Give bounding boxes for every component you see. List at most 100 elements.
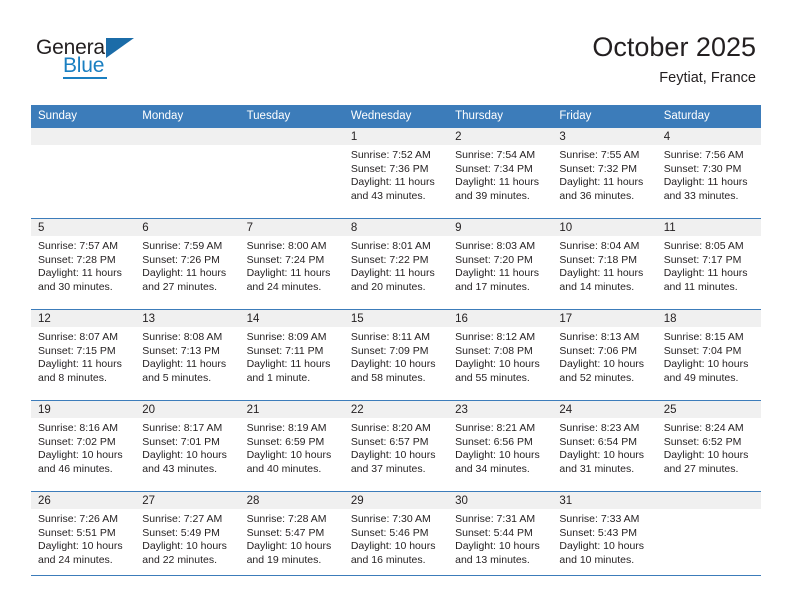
- calendar-day-cell[interactable]: 17 Sunrise: 8:13 AM Sunset: 7:06 PM Dayligh…: [552, 309, 657, 401]
- day-details: Sunrise: 8:01 AM Sunset: 7:22 PM Daylight:…: [344, 236, 448, 294]
- daylight-text-line2: and 22 minutes.: [142, 553, 217, 566]
- calendar-day-cell[interactable]: 31 Sunrise: 7:33 AM Sunset: 5:43 PM Dayligh…: [552, 491, 657, 582]
- sunrise-text: Sunrise: 7:26 AM: [38, 513, 118, 525]
- calendar-day-cell[interactable]: 4 Sunrise: 7:56 AM Sunset: 7:30 PM Daylight…: [656, 127, 761, 219]
- daylight-text-line1: Daylight: 10 hours: [455, 358, 540, 371]
- sunset-text: Sunset: 7:06 PM: [559, 344, 638, 357]
- day-cell-content: [31, 128, 136, 218]
- calendar-day-cell[interactable]: 22 Sunrise: 8:20 AM Sunset: 6:57 PM Dayligh…: [343, 400, 449, 492]
- calendar-day-cell[interactable]: 30 Sunrise: 7:31 AM Sunset: 5:44 PM Dayligh…: [448, 491, 553, 582]
- sunrise-text: Sunrise: 8:04 AM: [559, 240, 640, 252]
- sunset-text: Sunset: 7:17 PM: [663, 253, 742, 266]
- calendar-day-cell[interactable]: 12 Sunrise: 8:07 AM Sunset: 7:15 PM Dayligh…: [31, 309, 136, 401]
- sunrise-text: Sunrise: 8:15 AM: [663, 331, 744, 343]
- day-details: Sunrise: 8:09 AM Sunset: 7:11 PM Daylight:…: [240, 327, 344, 385]
- calendar-day-cell[interactable]: 5 Sunrise: 7:57 AM Sunset: 7:28 PM Daylight…: [31, 218, 136, 310]
- calendar-day-cell[interactable]: 16 Sunrise: 8:12 AM Sunset: 7:08 PM Dayligh…: [448, 309, 553, 401]
- day-details: Sunrise: 8:00 AM Sunset: 7:24 PM Daylight:…: [240, 236, 344, 294]
- day-details: Sunrise: 7:57 AM Sunset: 7:28 PM Daylight:…: [31, 236, 135, 294]
- calendar-day-cell[interactable]: 1 Sunrise: 7:52 AM Sunset: 7:36 PM Daylight…: [343, 127, 449, 219]
- calendar-week-row: 1 Sunrise: 7:52 AM Sunset: 7:36 PM Daylight…: [31, 127, 761, 219]
- calendar-day-cell[interactable]: 29 Sunrise: 7:30 AM Sunset: 5:46 PM Dayligh…: [343, 491, 449, 582]
- daylight-text-line2: and 27 minutes.: [142, 280, 217, 293]
- calendar-day-cell[interactable]: 19 Sunrise: 8:16 AM Sunset: 7:02 PM Dayligh…: [31, 400, 136, 492]
- calendar-day-cell[interactable]: 24 Sunrise: 8:23 AM Sunset: 6:54 PM Dayligh…: [552, 400, 657, 492]
- daylight-text-line1: Daylight: 10 hours: [663, 449, 749, 462]
- day-details: Sunrise: 7:55 AM Sunset: 7:32 PM Daylight:…: [552, 145, 656, 203]
- calendar-day-cell[interactable]: 8 Sunrise: 8:01 AM Sunset: 7:22 PM Daylight…: [343, 218, 449, 310]
- calendar-day-cell[interactable]: 25 Sunrise: 8:24 AM Sunset: 6:52 PM Dayligh…: [656, 400, 761, 492]
- sunset-text: Sunset: 7:34 PM: [455, 162, 533, 175]
- calendar-day-cell[interactable]: 15 Sunrise: 8:11 AM Sunset: 7:09 PM Dayligh…: [343, 309, 449, 401]
- sunrise-text: Sunrise: 7:55 AM: [559, 149, 640, 161]
- calendar-day-cell[interactable]: 23 Sunrise: 8:21 AM Sunset: 6:56 PM Dayligh…: [448, 400, 553, 492]
- daylight-text-line1: Daylight: 11 hours: [246, 267, 331, 280]
- day-details: Sunrise: 8:19 AM Sunset: 6:59 PM Daylight:…: [240, 418, 344, 476]
- day-number: 25: [656, 401, 761, 418]
- calendar-day-cell[interactable]: 26 Sunrise: 7:26 AM Sunset: 5:51 PM Dayligh…: [31, 491, 136, 582]
- calendar-day-cell[interactable]: 20 Sunrise: 8:17 AM Sunset: 7:01 PM Dayligh…: [135, 400, 240, 492]
- calendar-day-cell[interactable]: 2 Sunrise: 7:54 AM Sunset: 7:34 PM Daylight…: [448, 127, 553, 219]
- daylight-text-line2: and 39 minutes.: [455, 189, 530, 202]
- daylight-text-line2: and 1 minute.: [246, 371, 311, 384]
- day-number: [239, 128, 344, 145]
- day-number: 7: [239, 219, 344, 236]
- daylight-text-line1: Daylight: 10 hours: [455, 449, 540, 462]
- day-cell-content: 30 Sunrise: 7:31 AM Sunset: 5:44 PM Dayligh…: [448, 492, 553, 582]
- day-cell-content: 4 Sunrise: 7:56 AM Sunset: 7:30 PM Daylight…: [656, 128, 761, 218]
- calendar-day-cell[interactable]: 3 Sunrise: 7:55 AM Sunset: 7:32 PM Daylight…: [552, 127, 657, 219]
- calendar-day-cell[interactable]: 9 Sunrise: 8:03 AM Sunset: 7:20 PM Daylight…: [448, 218, 553, 310]
- daylight-text-line1: Daylight: 11 hours: [38, 358, 122, 371]
- sunrise-text: Sunrise: 7:33 AM: [559, 513, 640, 525]
- calendar-day-cell[interactable]: 10 Sunrise: 8:04 AM Sunset: 7:18 PM Dayligh…: [552, 218, 657, 310]
- day-details: Sunrise: 8:11 AM Sunset: 7:09 PM Daylight:…: [344, 327, 448, 385]
- daylight-text-line1: Daylight: 11 hours: [663, 176, 748, 189]
- day-details: Sunrise: 8:05 AM Sunset: 7:17 PM Daylight:…: [657, 236, 761, 294]
- daylight-text-line2: and 14 minutes.: [559, 280, 635, 293]
- day-cell-content: 28 Sunrise: 7:28 AM Sunset: 5:47 PM Dayligh…: [239, 492, 344, 582]
- day-details: Sunrise: 8:13 AM Sunset: 7:06 PM Daylight:…: [552, 327, 656, 385]
- day-cell-content: 19 Sunrise: 8:16 AM Sunset: 7:02 PM Dayligh…: [31, 401, 136, 491]
- calendar-day-cell[interactable]: 6 Sunrise: 7:59 AM Sunset: 7:26 PM Daylight…: [135, 218, 240, 310]
- calendar-day-cell[interactable]: 21 Sunrise: 8:19 AM Sunset: 6:59 PM Dayligh…: [239, 400, 344, 492]
- day-details: Sunrise: 7:56 AM Sunset: 7:30 PM Daylight:…: [657, 145, 761, 203]
- day-number: 28: [239, 492, 344, 509]
- daylight-text-line2: and 24 minutes.: [38, 553, 113, 566]
- day-details: Sunrise: 8:12 AM Sunset: 7:08 PM Daylight:…: [448, 327, 552, 385]
- day-details: Sunrise: 8:04 AM Sunset: 7:18 PM Daylight:…: [552, 236, 656, 294]
- day-cell-content: 21 Sunrise: 8:19 AM Sunset: 6:59 PM Dayligh…: [239, 401, 344, 491]
- calendar-week-row: 26 Sunrise: 7:26 AM Sunset: 5:51 PM Dayligh…: [31, 491, 761, 582]
- day-details: Sunrise: 7:31 AM Sunset: 5:44 PM Daylight:…: [448, 509, 552, 567]
- calendar-day-cell[interactable]: 18 Sunrise: 8:15 AM Sunset: 7:04 PM Dayligh…: [656, 309, 761, 401]
- daylight-text-line2: and 31 minutes.: [559, 462, 635, 475]
- calendar-day-cell[interactable]: 11 Sunrise: 8:05 AM Sunset: 7:17 PM Dayligh…: [656, 218, 761, 310]
- sunset-text: Sunset: 6:59 PM: [246, 435, 325, 448]
- day-details: Sunrise: 7:54 AM Sunset: 7:34 PM Daylight:…: [448, 145, 552, 203]
- day-number: 10: [552, 219, 657, 236]
- sunrise-text: Sunrise: 8:09 AM: [246, 331, 327, 343]
- day-cell-content: 24 Sunrise: 8:23 AM Sunset: 6:54 PM Dayligh…: [552, 401, 657, 491]
- calendar-day-cell[interactable]: 28 Sunrise: 7:28 AM Sunset: 5:47 PM Dayligh…: [239, 491, 344, 582]
- daylight-text-line2: and 40 minutes.: [246, 462, 322, 475]
- day-number: 26: [31, 492, 136, 509]
- calendar-day-cell[interactable]: 7 Sunrise: 8:00 AM Sunset: 7:24 PM Daylight…: [239, 218, 344, 310]
- sunset-text: Sunset: 7:13 PM: [142, 344, 220, 357]
- day-cell-content: 6 Sunrise: 7:59 AM Sunset: 7:26 PM Daylight…: [135, 219, 240, 309]
- day-cell-content: 2 Sunrise: 7:54 AM Sunset: 7:34 PM Daylight…: [448, 128, 553, 218]
- sunset-text: Sunset: 7:02 PM: [38, 435, 116, 448]
- day-cell-content: 26 Sunrise: 7:26 AM Sunset: 5:51 PM Dayligh…: [31, 492, 136, 582]
- sunset-text: Sunset: 5:47 PM: [246, 526, 325, 539]
- sunset-text: Sunset: 6:52 PM: [663, 435, 742, 448]
- day-number: [31, 128, 136, 145]
- calendar-day-cell[interactable]: 27 Sunrise: 7:27 AM Sunset: 5:49 PM Dayligh…: [135, 491, 240, 582]
- sunrise-text: Sunrise: 8:17 AM: [142, 422, 223, 434]
- day-cell-content: 8 Sunrise: 8:01 AM Sunset: 7:22 PM Daylight…: [343, 219, 449, 309]
- day-number: 4: [656, 128, 761, 145]
- day-cell-content: 13 Sunrise: 8:08 AM Sunset: 7:13 PM Dayligh…: [135, 310, 240, 400]
- daylight-text-line2: and 19 minutes.: [246, 553, 322, 566]
- calendar-day-cell[interactable]: 14 Sunrise: 8:09 AM Sunset: 7:11 PM Dayligh…: [239, 309, 344, 401]
- calendar-day-cell[interactable]: 13 Sunrise: 8:08 AM Sunset: 7:13 PM Dayligh…: [135, 309, 240, 401]
- sunset-text: Sunset: 5:49 PM: [142, 526, 220, 539]
- daylight-text-line2: and 58 minutes.: [350, 371, 426, 384]
- day-number: 9: [448, 219, 553, 236]
